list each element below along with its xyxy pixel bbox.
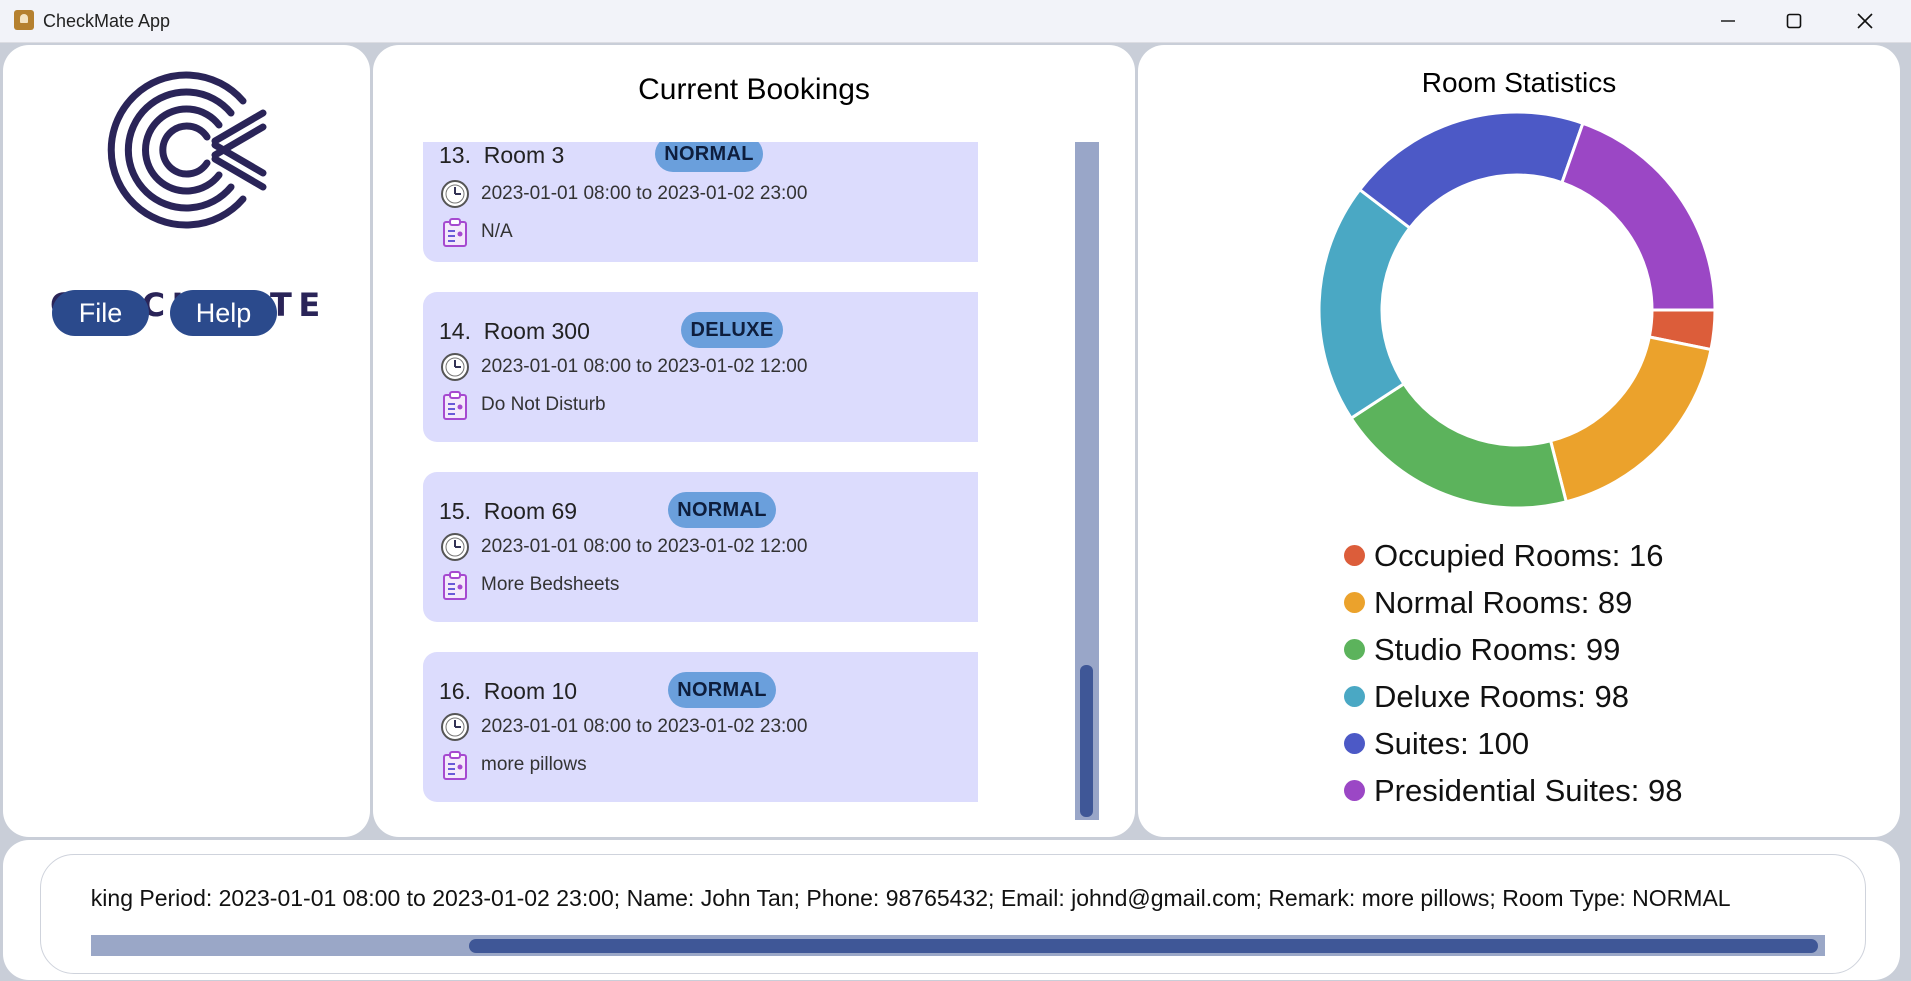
clock-icon (439, 711, 471, 743)
donut-slice-suites (1357, 110, 1585, 231)
stats-panel: Room Statistics Occupied Rooms: 16 Norma… (1138, 45, 1900, 837)
booking-period: 2023-01-01 08:00 to 2023-01-02 23:00 (481, 183, 808, 204)
donut-slice-studio-rooms (1349, 381, 1569, 510)
room-type-badge: NORMAL (668, 672, 776, 708)
legend-dot (1344, 686, 1365, 707)
clipboard-icon (439, 216, 471, 248)
booking-title: 16. Room 10 (439, 678, 577, 705)
legend-label: Deluxe Rooms: 98 (1374, 678, 1630, 714)
legend-item-studio: Studio Rooms: 99 (1344, 626, 1682, 673)
legend-label: Presidential Suites: 98 (1374, 772, 1683, 808)
bookings-panel: Current Bookings 13. Room 3 NORMAL 2023-… (373, 45, 1135, 837)
file-menu-button[interactable]: File (52, 290, 149, 336)
legend-item-occupied: Occupied Rooms: 16 (1344, 532, 1682, 579)
app-icon (14, 10, 34, 30)
booking-period: 2023-01-01 08:00 to 2023-01-02 12:00 (481, 356, 808, 377)
booking-card[interactable]: 14. Room 300 DELUXE 2023-01-01 08:00 to … (423, 292, 978, 442)
booking-room: Room 69 (483, 498, 578, 524)
maximize-button[interactable] (1759, 0, 1829, 42)
help-menu-button[interactable]: Help (170, 290, 277, 336)
booking-remark: Do Not Disturb (481, 394, 606, 415)
clock-icon (439, 531, 471, 563)
clipboard-icon (439, 569, 471, 601)
booking-remark-row: more pillows (439, 749, 587, 781)
booking-remark: N/A (481, 221, 513, 242)
booking-remark-row: More Bedsheets (439, 569, 619, 601)
legend-item-normal: Normal Rooms: 89 (1344, 579, 1682, 626)
window-title: CheckMate App (43, 11, 171, 31)
legend-dot (1344, 639, 1365, 660)
booking-period-row: 2023-01-01 08:00 to 2023-01-02 12:00 (439, 351, 807, 383)
legend-label: Normal Rooms: 89 (1374, 584, 1633, 620)
booking-index: 16. (439, 678, 471, 704)
close-button[interactable] (1830, 0, 1900, 42)
legend-label: Studio Rooms: 99 (1374, 631, 1621, 667)
bookings-title: Current Bookings (638, 73, 870, 106)
stats-legend: Occupied Rooms: 16 Normal Rooms: 89 Stud… (1344, 532, 1682, 814)
booking-room: Room 300 (483, 318, 590, 344)
bookings-scrollbar-thumb[interactable] (1080, 665, 1093, 817)
booking-title: 15. Room 69 (439, 498, 577, 525)
title-bar: CheckMate App (0, 0, 1911, 43)
booking-period: 2023-01-01 08:00 to 2023-01-02 23:00 (481, 716, 808, 737)
sidebar-panel: CHECKMATE File Help (3, 45, 370, 837)
legend-label: Suites: 100 (1374, 725, 1530, 761)
stats-title: Room Statistics (1421, 67, 1617, 98)
booking-period-row: 2023-01-01 08:00 to 2023-01-02 23:00 (439, 178, 807, 210)
minimize-icon (1721, 20, 1735, 22)
booking-remark-row: N/A (439, 216, 513, 248)
booking-title: 13. Room 3 (439, 142, 564, 169)
clock-icon (439, 351, 471, 383)
booking-card[interactable]: 13. Room 3 NORMAL 2023-01-01 08:00 to 20… (423, 142, 978, 262)
legend-dot (1344, 780, 1365, 801)
checkmate-logo-icon (107, 71, 267, 229)
clipboard-icon (439, 749, 471, 781)
booking-title: 14. Room 300 (439, 318, 590, 345)
legend-item-presidential: Presidential Suites: 98 (1344, 767, 1682, 814)
donut-slice-deluxe-rooms (1317, 187, 1412, 421)
legend-dot (1344, 733, 1365, 754)
minimize-button[interactable] (1693, 0, 1763, 42)
details-panel: oking Period: 2023-01-01 08:00 to 2023-0… (3, 840, 1900, 980)
booking-card[interactable]: 15. Room 69 NORMAL 2023-01-01 08:00 to 2… (423, 472, 978, 622)
room-type-badge: DELUXE (681, 312, 783, 348)
booking-period-row: 2023-01-01 08:00 to 2023-01-02 23:00 (439, 711, 807, 743)
legend-dot (1344, 592, 1365, 613)
booking-period-row: 2023-01-01 08:00 to 2023-01-02 12:00 (439, 531, 807, 563)
booking-index: 15. (439, 498, 471, 524)
room-type-badge: NORMAL (655, 142, 763, 172)
room-stats-donut-chart (1317, 110, 1717, 510)
booking-details-box[interactable]: oking Period: 2023-01-01 08:00 to 2023-0… (40, 854, 1866, 974)
booking-room: Room 3 (483, 142, 565, 168)
bookings-list[interactable]: 13. Room 3 NORMAL 2023-01-01 08:00 to 20… (423, 142, 978, 820)
room-type-badge: NORMAL (668, 492, 776, 528)
booking-index: 14. (439, 318, 471, 344)
booking-remark: more pillows (481, 754, 587, 775)
legend-item-suites: Suites: 100 (1344, 720, 1682, 767)
booking-card[interactable]: 16. Room 10 NORMAL 2023-01-01 08:00 to 2… (423, 652, 978, 802)
booking-remark: More Bedsheets (481, 574, 620, 595)
booking-remark-row: Do Not Disturb (439, 389, 606, 421)
donut-slice-normal-rooms (1548, 335, 1713, 504)
legend-item-deluxe: Deluxe Rooms: 98 (1344, 673, 1682, 720)
maximize-icon (1786, 13, 1802, 29)
donut-slice-presidential-suites (1560, 121, 1717, 312)
booking-period: 2023-01-01 08:00 to 2023-01-02 12:00 (481, 536, 808, 557)
booking-details-text: oking Period: 2023-01-01 08:00 to 2023-0… (91, 885, 1731, 911)
legend-dot (1344, 545, 1365, 566)
booking-index: 13. (439, 142, 471, 168)
booking-room: Room 10 (483, 678, 578, 704)
details-scrollbar-thumb[interactable] (469, 939, 1818, 953)
legend-label: Occupied Rooms: 16 (1374, 537, 1664, 573)
clipboard-icon (439, 389, 471, 421)
close-icon (1857, 13, 1873, 29)
clock-icon (439, 178, 471, 210)
